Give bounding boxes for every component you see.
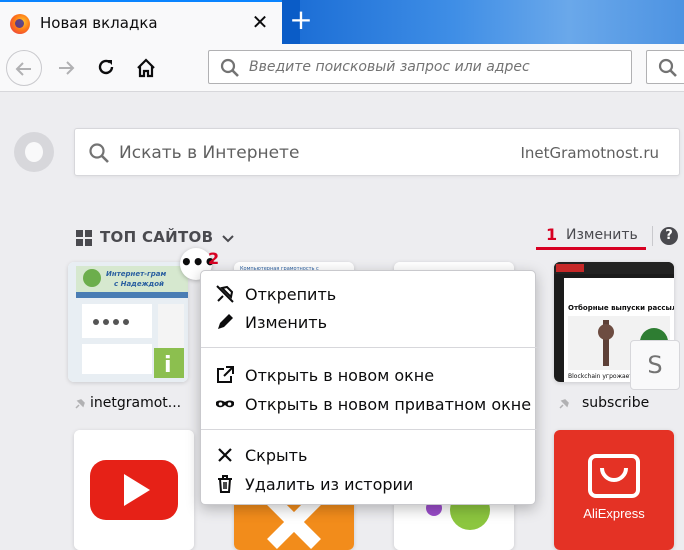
topsite-tile-youtube[interactable] bbox=[74, 430, 194, 550]
firefox-icon bbox=[10, 14, 30, 34]
context-menu: Открепить Изменить Открыть в новом окне … bbox=[200, 270, 537, 505]
menu-item-label: Открыть в новом окне bbox=[245, 366, 435, 385]
pin-icon bbox=[559, 399, 569, 409]
pin-icon bbox=[75, 399, 85, 409]
svg-text:i: i bbox=[164, 353, 172, 378]
menu-item-label: Удалить из истории bbox=[245, 475, 414, 494]
menu-item-label: Изменить bbox=[245, 313, 327, 332]
menu-item-dismiss[interactable]: Скрыть bbox=[201, 440, 537, 470]
firefox-logo bbox=[14, 132, 54, 172]
close-tab-icon[interactable]: ✕ bbox=[250, 10, 270, 34]
url-input[interactable] bbox=[249, 56, 619, 78]
new-tab-button[interactable]: + bbox=[286, 6, 316, 36]
aliexpress-icon bbox=[554, 430, 674, 550]
menu-item-open-new-window[interactable]: Открыть в новом окне bbox=[201, 360, 537, 390]
open-in-new-window-icon bbox=[217, 366, 234, 383]
svg-text:Отборные выпуски рассылок: Отборные выпуски рассылок bbox=[568, 304, 674, 312]
aliexpress-label: AliExpress bbox=[583, 506, 645, 521]
topsite-tile[interactable]: Интернет-грам с Надеждой i bbox=[68, 262, 188, 382]
menu-separator bbox=[201, 429, 537, 430]
menu-separator bbox=[201, 347, 537, 348]
annotation-number-2: 2 bbox=[208, 249, 220, 268]
svg-text:Интернет-грам: Интернет-грам bbox=[106, 270, 166, 278]
tile-label: inetgramot... bbox=[90, 395, 182, 411]
url-bar[interactable] bbox=[208, 50, 632, 84]
topsites-title: ТОП САЙТОВ bbox=[100, 228, 214, 246]
menu-item-label: Открыть в новом приватном окне bbox=[245, 395, 532, 414]
menu-item-unpin[interactable]: Открепить bbox=[201, 279, 537, 309]
menu-item-edit[interactable]: Изменить bbox=[201, 307, 537, 337]
nav-bar bbox=[0, 44, 684, 92]
web-search-placeholder: Искать в Интернете bbox=[119, 143, 300, 163]
close-icon bbox=[218, 448, 232, 462]
home-icon bbox=[137, 58, 155, 78]
annotation-number-1: 1 bbox=[546, 225, 558, 244]
menu-item-label: Открепить bbox=[245, 285, 337, 304]
back-button[interactable] bbox=[6, 50, 42, 86]
svg-text:с Надеждой: с Надеждой bbox=[114, 280, 164, 288]
youtube-icon bbox=[74, 430, 194, 550]
help-button[interactable]: ? bbox=[660, 227, 678, 245]
search-engine-label: InetGramotnost.ru bbox=[520, 144, 659, 162]
reload-button[interactable] bbox=[88, 50, 124, 86]
search-icon bbox=[220, 58, 239, 77]
annotation-underline bbox=[536, 247, 646, 250]
tab-title: Новая вкладка bbox=[40, 14, 158, 32]
menu-item-delete-history[interactable]: Удалить из истории bbox=[201, 469, 537, 499]
topsite-tile-aliexpress[interactable]: AliExpress bbox=[554, 430, 674, 550]
tab-strip: Новая вкладка ✕ + bbox=[0, 0, 684, 44]
tab-new-tab[interactable]: Новая вкладка ✕ bbox=[0, 0, 282, 44]
menu-item-open-private-window[interactable]: Открыть в новом приватном окне bbox=[201, 389, 537, 419]
search-icon bbox=[89, 143, 109, 163]
trash-icon bbox=[218, 475, 232, 493]
edit-topsites-button[interactable]: Изменить bbox=[566, 227, 638, 243]
grid-icon bbox=[76, 230, 92, 246]
reload-icon bbox=[98, 59, 114, 75]
unpin-icon bbox=[216, 285, 234, 303]
search-bar[interactable] bbox=[646, 50, 684, 84]
arrow-right-icon bbox=[59, 61, 75, 75]
divider bbox=[652, 226, 653, 246]
site-letter-badge: S bbox=[630, 340, 680, 390]
arrow-left-icon bbox=[15, 62, 31, 76]
private-mask-icon bbox=[216, 400, 234, 408]
tile-label: subscribe bbox=[582, 395, 650, 411]
chevron-down-icon[interactable] bbox=[222, 234, 234, 244]
tabstrip-background bbox=[300, 0, 684, 44]
search-icon bbox=[658, 58, 677, 77]
home-button[interactable] bbox=[128, 50, 164, 86]
web-search-box[interactable]: Искать в Интернете InetGramotnost.ru bbox=[74, 128, 680, 176]
pencil-icon bbox=[218, 314, 233, 329]
forward-button[interactable] bbox=[48, 50, 84, 86]
site-thumbnail: Интернет-грам с Надеждой i bbox=[68, 262, 188, 382]
menu-item-label: Скрыть bbox=[245, 446, 308, 465]
